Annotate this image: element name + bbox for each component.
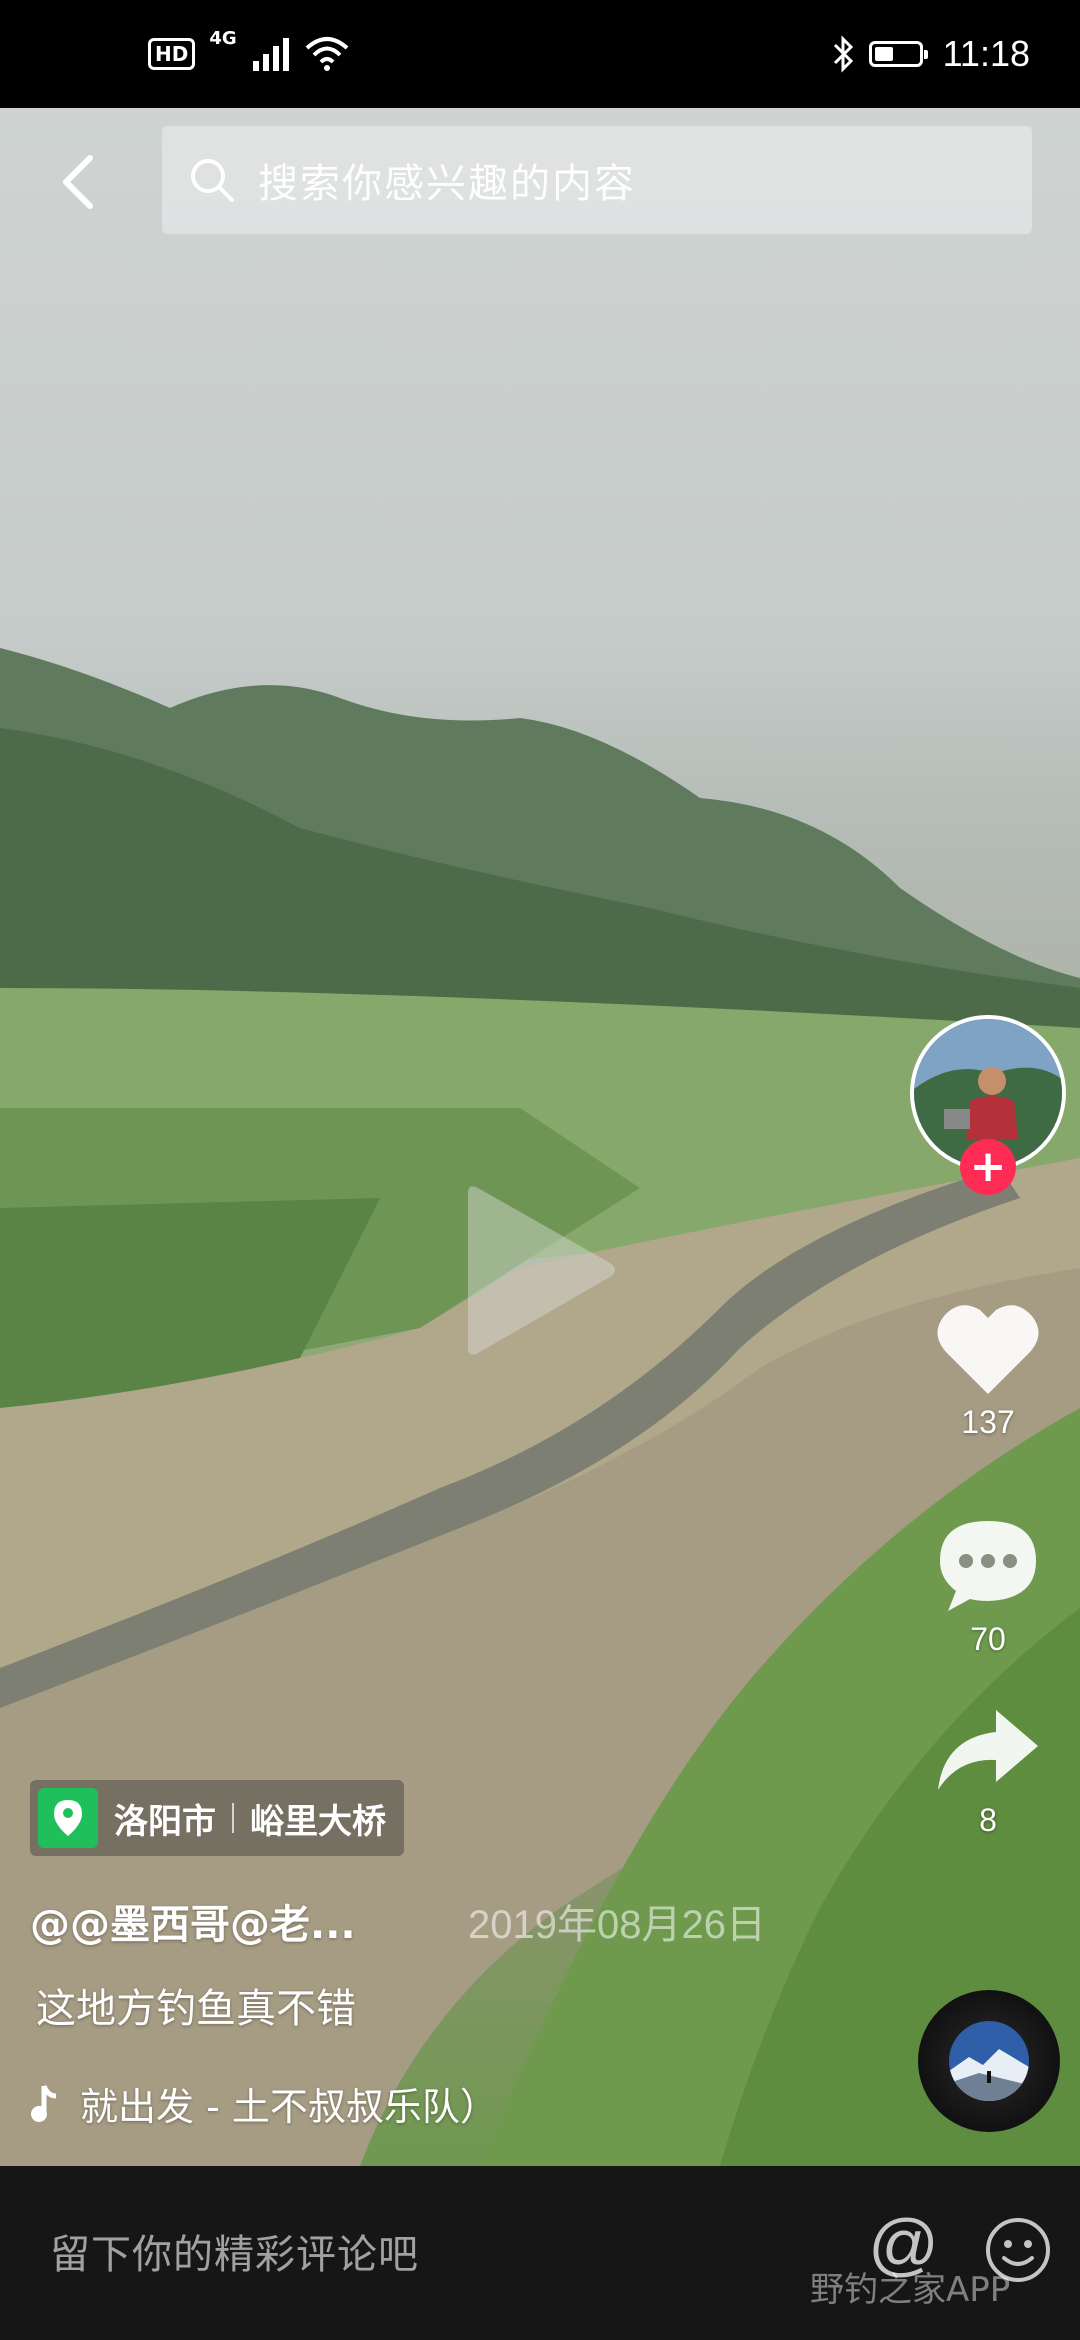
search-placeholder: 搜索你感兴趣的内容 <box>258 161 636 207</box>
music-note-icon <box>31 2084 57 2122</box>
back-button[interactable] <box>50 150 104 214</box>
location-divider <box>232 1803 234 1833</box>
network-label: 4G <box>209 28 237 49</box>
video-player[interactable] <box>0 108 1080 2166</box>
share-button[interactable]: 8 <box>920 1706 1056 1839</box>
status-left: HD 4G <box>148 30 349 72</box>
like-button[interactable]: 137 <box>920 1300 1056 1441</box>
comment-bubble-icon <box>940 1521 1036 1611</box>
comment-input[interactable]: 留下你的精彩评论吧 <box>50 2222 419 2280</box>
author-name[interactable]: @@墨西哥@老... <box>30 1892 356 1950</box>
location-pin-icon <box>38 1788 98 1848</box>
music-disc[interactable] <box>918 1990 1060 2132</box>
hd-badge: HD <box>148 38 196 70</box>
search-input[interactable]: 搜索你感兴趣的内容 <box>162 126 1032 234</box>
post-date: 2019年08月26日 <box>468 1903 766 1947</box>
follow-button[interactable]: + <box>960 1139 1016 1195</box>
comment-bar: 留下你的精彩评论吧 @ 野钓之家APP <box>0 2166 1080 2340</box>
location-tag[interactable]: 洛阳市 峪里大桥 <box>30 1780 404 1856</box>
disc-cover <box>949 2021 1029 2101</box>
comment-count: 70 <box>970 1621 1006 1657</box>
location-city: 洛阳市 <box>114 1801 216 1842</box>
heart-icon <box>937 1305 1039 1394</box>
plus-icon: + <box>969 1141 1007 1192</box>
music-title: 就出发 - 土不叔叔乐队） <box>80 2085 498 2129</box>
like-count: 137 <box>961 1404 1015 1440</box>
signal-icon <box>252 38 289 71</box>
play-icon[interactable] <box>460 1183 620 1358</box>
app-watermark: 野钓之家APP <box>810 2270 1011 2310</box>
share-count: 8 <box>979 1802 997 1838</box>
battery-level <box>874 47 894 61</box>
bluetooth-icon <box>833 35 853 73</box>
location-place: 峪里大桥 <box>250 1801 386 1842</box>
share-arrow-icon <box>938 1710 1038 1790</box>
post-caption: 这地方钓鱼真不错 <box>36 1986 356 2032</box>
music-info[interactable]: 就出发 - 土不叔叔乐队） <box>30 2076 498 2131</box>
search-icon <box>191 159 234 202</box>
battery-icon <box>868 41 928 67</box>
wifi-icon <box>305 37 348 71</box>
status-right: 11:18 <box>831 33 1030 75</box>
landscape-scene <box>0 648 1080 2166</box>
comment-button[interactable]: 70 <box>920 1515 1056 1658</box>
clock: 11:18 <box>942 33 1030 74</box>
chevron-left-icon <box>63 155 93 209</box>
status-bar: HD 4G 11:18 <box>0 0 1080 108</box>
